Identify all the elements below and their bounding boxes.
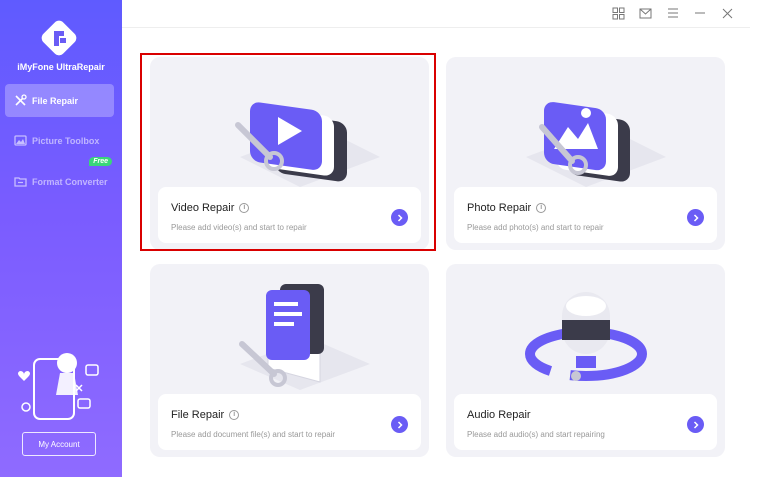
photo-illustration — [446, 57, 725, 187]
mail-icon[interactable] — [637, 5, 653, 21]
arrow-right-button[interactable] — [687, 416, 704, 433]
sidebar-item-picture-toolbox[interactable]: Picture Toolbox — [5, 124, 114, 157]
sidebar-item-label: Picture Toolbox — [32, 135, 100, 146]
close-icon[interactable] — [719, 5, 735, 21]
app-window: iMyFone UltraRepair File Repair Picture … — [0, 0, 770, 477]
arrow-right-button[interactable] — [391, 209, 408, 226]
card-title: Audio Repair — [467, 409, 531, 421]
minimize-icon[interactable] — [692, 5, 708, 21]
info-icon[interactable]: i — [229, 410, 240, 420]
card-info-panel: Photo Repair i Please add photo(s) and s… — [454, 187, 717, 243]
app-name: iMyFone UltraRepair — [17, 62, 105, 72]
card-info-panel: Video Repair i Please add video(s) and s… — [158, 187, 421, 243]
title-bar — [122, 0, 750, 28]
card-title: Video Repair — [171, 202, 235, 214]
audio-repair-card[interactable]: Audio Repair Please add audio(s) and sta… — [446, 264, 725, 457]
free-badge: Free — [89, 157, 112, 166]
app-logo — [37, 16, 81, 60]
file-repair-card[interactable]: File Repair i Please add document file(s… — [150, 264, 429, 457]
menu-icon[interactable] — [665, 5, 681, 21]
video-illustration — [150, 57, 429, 187]
card-info-panel: File Repair i Please add document file(s… — [158, 394, 421, 450]
document-illustration — [150, 264, 429, 394]
grid-icon[interactable] — [610, 5, 626, 21]
sidebar-item-label: Format Converter — [32, 176, 108, 187]
audio-illustration — [446, 264, 725, 394]
sidebar-item-file-repair[interactable]: File Repair — [5, 84, 114, 117]
sidebar-item-label: File Repair — [32, 95, 79, 106]
info-icon[interactable]: i — [536, 203, 547, 213]
info-icon[interactable]: i — [239, 203, 250, 213]
arrow-right-button[interactable] — [687, 209, 704, 226]
card-description: Please add video(s) and start to repair — [171, 223, 307, 232]
my-account-button[interactable]: My Account — [22, 432, 96, 456]
card-description: Please add document file(s) and start to… — [171, 430, 336, 439]
wrench-screwdriver-icon — [13, 94, 27, 108]
card-title: Photo Repair — [467, 202, 532, 214]
sidebar-item-format-converter[interactable]: Format Converter Free — [5, 157, 114, 198]
sidebar: iMyFone UltraRepair File Repair Picture … — [0, 0, 122, 477]
card-description: Please add photo(s) and start to repair — [467, 223, 604, 232]
card-title: File Repair — [171, 409, 225, 421]
card-description: Please add audio(s) and start repairing — [467, 430, 605, 439]
video-repair-card[interactable]: Video Repair i Please add video(s) and s… — [150, 57, 429, 250]
photo-repair-card[interactable]: Photo Repair i Please add photo(s) and s… — [446, 57, 725, 250]
promo-illustration — [12, 345, 112, 425]
arrow-right-button[interactable] — [391, 416, 408, 433]
folder-convert-icon — [13, 175, 27, 189]
picture-icon — [13, 134, 27, 148]
card-info-panel: Audio Repair Please add audio(s) and sta… — [454, 394, 717, 450]
